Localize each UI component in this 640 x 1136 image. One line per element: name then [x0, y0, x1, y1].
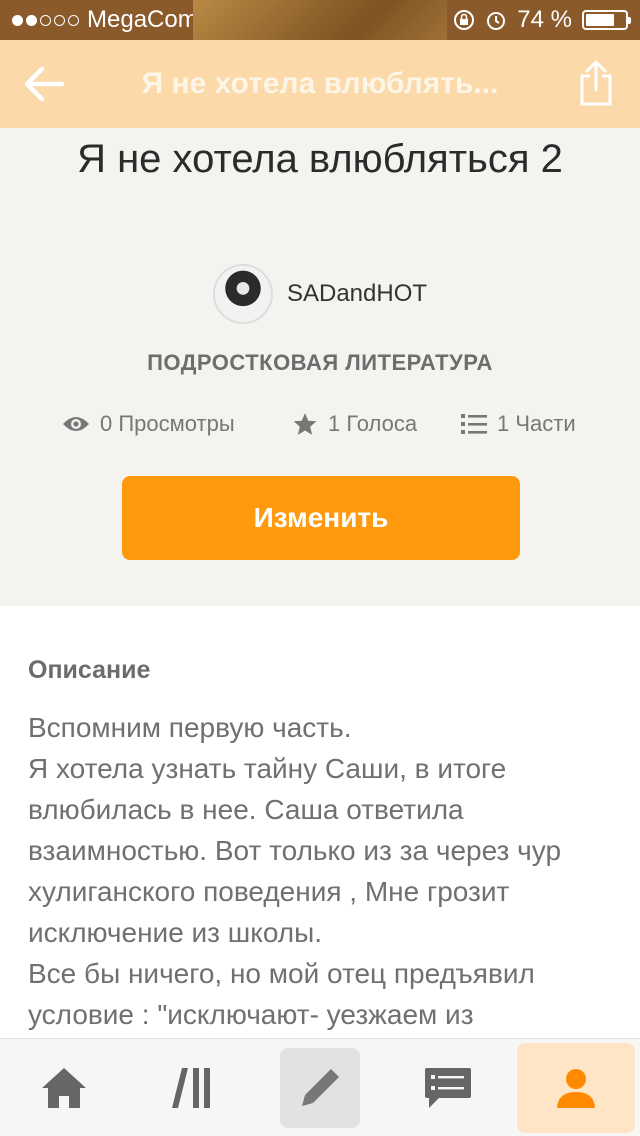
star-icon [293, 413, 317, 435]
category-label[interactable]: ПОДРОСТКОВАЯ ЛИТЕРАТУРА [0, 350, 640, 376]
library-icon [172, 1068, 210, 1108]
back-button[interactable] [0, 40, 88, 128]
avatar[interactable] [212, 264, 273, 324]
list-icon [461, 414, 487, 434]
views-stat: 0 Просмотры [62, 411, 235, 437]
description-heading: Описание [28, 656, 151, 684]
author-row[interactable]: SADandHOT [0, 264, 640, 324]
arrow-left-icon [24, 66, 65, 102]
home-icon [42, 1068, 86, 1108]
edit-button[interactable]: Изменить [122, 476, 520, 560]
share-button[interactable] [552, 40, 640, 128]
tab-profile[interactable] [512, 1039, 640, 1136]
parts-label: 1 Части [497, 411, 576, 436]
tab-messages[interactable] [384, 1039, 512, 1136]
parts-stat: 1 Части [461, 411, 576, 437]
share-icon [580, 60, 612, 106]
tab-bar [0, 1038, 640, 1136]
tab-library[interactable] [128, 1039, 256, 1136]
book-header: Я не хотела влюбляться 2 SADandHOT ПОДРО… [0, 128, 640, 606]
stats-row: 0 Просмотры 1 Голоса 1 Части [0, 411, 640, 447]
votes-label: 1 Голоса [328, 411, 418, 436]
votes-stat: 1 Голоса [292, 411, 417, 437]
tab-home[interactable] [0, 1039, 128, 1136]
pencil-icon [302, 1069, 339, 1106]
description-text: Вспомним первую часть. Я хотела узнать т… [28, 712, 562, 1030]
nav-title: Я не хотела влюблять... [141, 67, 499, 100]
book-title: Я не хотела влюбляться 2 [77, 137, 563, 181]
eye-icon [63, 417, 89, 431]
tab-write[interactable] [256, 1039, 384, 1136]
nav-bar: Я не хотела влюблять... [0, 40, 640, 128]
battery-icon [582, 10, 631, 30]
views-label: 0 Просмотры [100, 411, 235, 436]
profile-icon [557, 1069, 595, 1108]
description-section: Описание Вспомним первую часть. Я хотела… [0, 606, 640, 1038]
message-icon [425, 1068, 471, 1108]
author-name[interactable]: SADandHOT [287, 280, 427, 308]
